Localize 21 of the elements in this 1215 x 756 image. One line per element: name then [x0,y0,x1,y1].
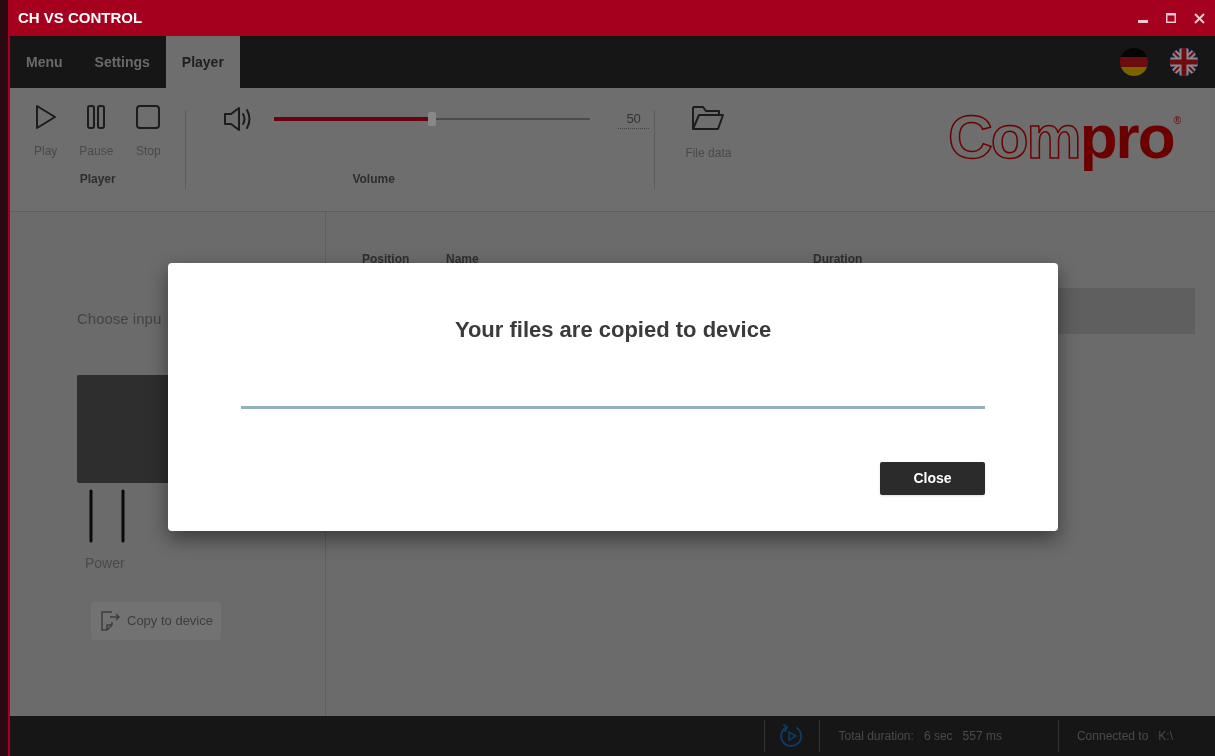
close-button[interactable]: Close [880,462,985,495]
volume-reading: 50 [618,108,649,130]
british-flag-icon[interactable] [1169,47,1199,77]
tab[interactable]: Settings [78,36,166,88]
folder-icon [691,104,726,132]
window-title: CH VS CONTROL [18,7,143,28]
group-label: Volume [352,171,396,188]
volume-slider[interactable] [274,112,591,126]
play-icon [34,104,57,130]
stop-icon [135,104,162,130]
maximize-icon[interactable] [1166,13,1176,23]
close-icon[interactable] [1194,12,1205,24]
dialog-title: Your files are copied to device [454,316,772,344]
german-flag-icon[interactable] [1119,47,1149,77]
pause-icon [86,104,107,130]
export-file-icon [99,609,121,632]
tab[interactable]: Menu [10,36,79,88]
group-label: Player [79,171,116,188]
slider-thumb[interactable] [428,112,437,126]
wire-leads-drawing [87,488,127,543]
tab[interactable]: Player [165,36,240,88]
